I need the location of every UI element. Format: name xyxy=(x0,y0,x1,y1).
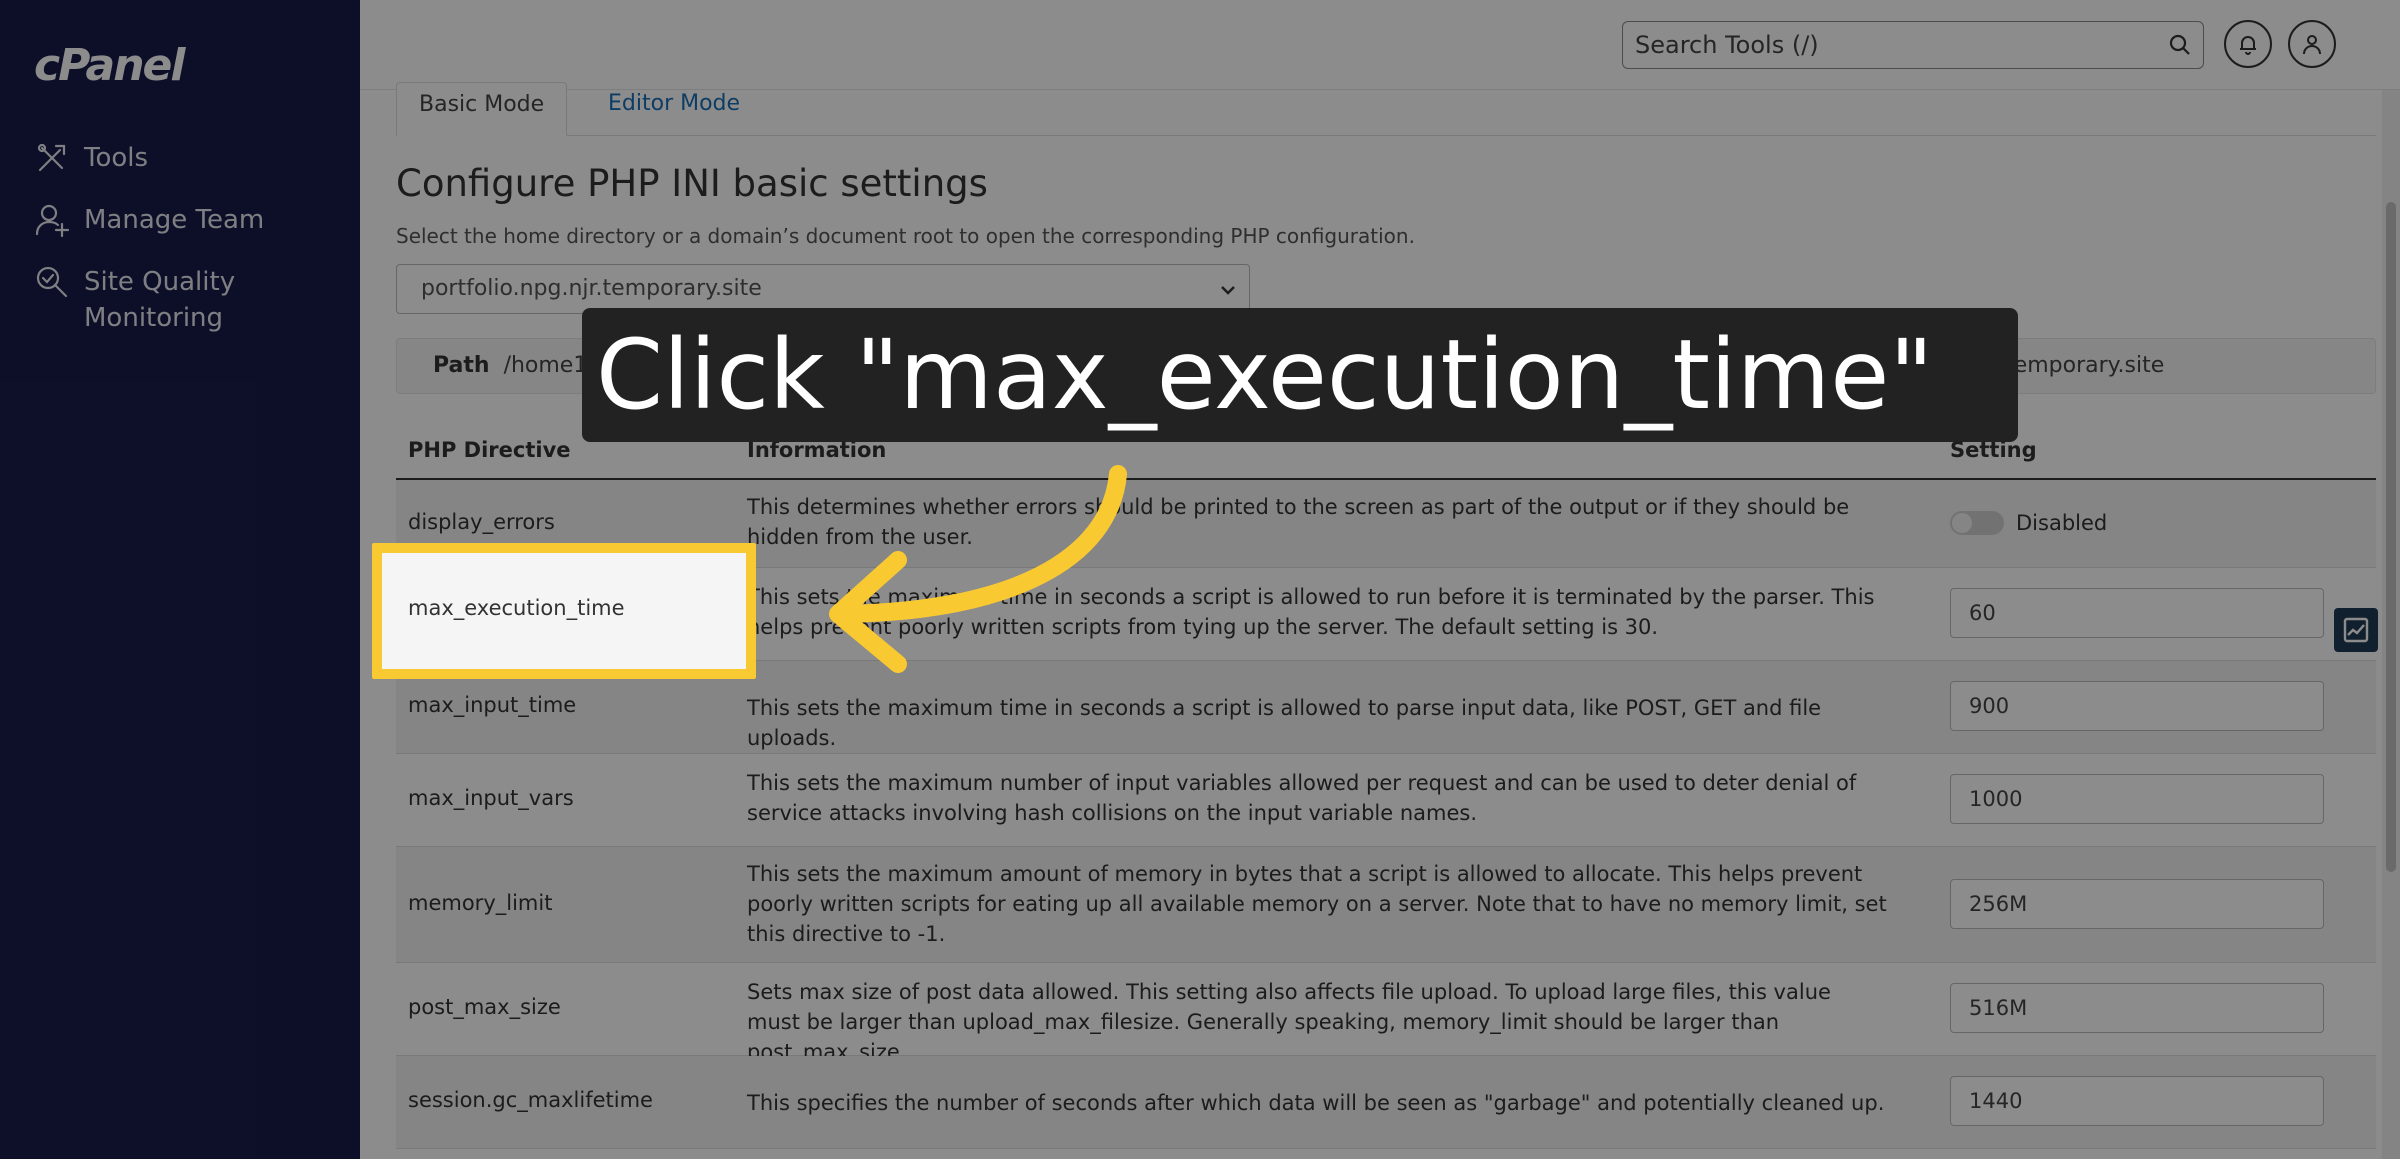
tab-basic-mode[interactable]: Basic Mode xyxy=(396,82,568,136)
chevron-down-icon xyxy=(1221,286,1235,295)
tab-editor-mode[interactable]: Editor Mode xyxy=(586,82,762,136)
mode-tabs: Basic Mode Editor Mode xyxy=(396,82,2376,136)
header-directive: PHP Directive xyxy=(408,438,571,462)
directive-name: max_input_time xyxy=(408,693,577,717)
session-gc-maxlifetime-input[interactable] xyxy=(1950,1076,2324,1126)
directive-info: Sets max size of post data allowed. This… xyxy=(747,980,1831,1064)
sidebar-item-site-quality-monitoring[interactable]: Site Quality Monitoring xyxy=(34,264,264,336)
notifications-button[interactable] xyxy=(2224,20,2272,68)
php-settings-table: PHP Directive Information Setting displa… xyxy=(396,428,2376,1149)
table-row: post_max_size Sets max size of post data… xyxy=(396,963,2376,1064)
display-errors-toggle[interactable]: Disabled xyxy=(1950,510,2107,535)
page-title: Configure PHP INI basic settings xyxy=(396,162,988,205)
directive-info: This sets the maximum number of input va… xyxy=(747,771,1857,825)
max-execution-time-input[interactable] xyxy=(1950,588,2324,638)
post-max-size-input[interactable] xyxy=(1950,983,2324,1033)
directive-name: post_max_size xyxy=(408,995,561,1019)
directive-info: This sets the maximum time in seconds a … xyxy=(747,696,1822,750)
directive-info: This sets the maximum amount of memory i… xyxy=(747,862,1887,946)
user-menu-button[interactable] xyxy=(2288,20,2336,68)
sidebar-item-manage-team[interactable]: Manage Team xyxy=(34,202,264,238)
directive-name: memory_limit xyxy=(408,891,553,915)
domain-select-value: portfolio.npg.njr.temporary.site xyxy=(421,276,762,301)
toggle-switch[interactable] xyxy=(1950,511,2004,535)
sidebar-nav: Tools Manage Team Site Quality Monitorin… xyxy=(34,140,264,362)
directive-info: This determines whether errors should be… xyxy=(747,495,1850,549)
page-subtitle: Select the home directory or a domain’s … xyxy=(396,224,1415,248)
instruction-callout: Click "max_execution_time" xyxy=(582,308,2018,442)
path-label: Path xyxy=(433,353,490,378)
user-icon xyxy=(2303,35,2321,55)
scrollbar-thumb[interactable] xyxy=(2386,202,2396,872)
directive-info: This sets the maximum time in seconds a … xyxy=(747,585,1875,639)
table-row: memory_limit This sets the maximum amoun… xyxy=(396,847,2376,963)
directive-name: max_input_vars xyxy=(408,786,574,810)
search-icon[interactable] xyxy=(2167,32,2193,58)
max-input-time-input[interactable] xyxy=(1950,681,2324,731)
sidebar: cPanel Tools Manage Team Site Quality Mo… xyxy=(0,0,360,1159)
memory-limit-input[interactable] xyxy=(1950,879,2324,929)
sidebar-item-label: Site Quality Monitoring xyxy=(84,267,236,333)
domain-select[interactable]: portfolio.npg.njr.temporary.site xyxy=(396,264,1250,314)
search-box[interactable] xyxy=(1622,21,2204,69)
search-input[interactable] xyxy=(1635,22,2155,67)
sidebar-item-label: Manage Team xyxy=(84,205,265,235)
max-input-vars-input[interactable] xyxy=(1950,774,2324,824)
bell-icon xyxy=(2240,36,2256,55)
sidebar-item-label: Tools xyxy=(84,143,149,173)
table-row: max_input_vars This sets the maximum num… xyxy=(396,754,2376,847)
directive-name: display_errors xyxy=(408,510,555,534)
manage-team-icon xyxy=(35,204,70,238)
highlight-box xyxy=(372,543,756,679)
cpanel-logo[interactable]: cPanel xyxy=(34,40,185,91)
tools-icon xyxy=(37,143,66,172)
directive-name: session.gc_maxlifetime xyxy=(408,1088,653,1112)
toggle-label: Disabled xyxy=(2016,511,2108,535)
site-quality-icon xyxy=(36,266,68,298)
sidebar-item-tools[interactable]: Tools xyxy=(34,140,264,176)
directive-info: This specifies the number of seconds aft… xyxy=(747,1091,1885,1115)
table-row: session.gc_maxlifetime This specifies th… xyxy=(396,1056,2376,1149)
top-bar xyxy=(360,0,2400,90)
page-scrollbar[interactable] xyxy=(2382,90,2400,1159)
trend-chart-icon xyxy=(2343,617,2369,643)
analytics-button[interactable] xyxy=(2334,608,2378,652)
